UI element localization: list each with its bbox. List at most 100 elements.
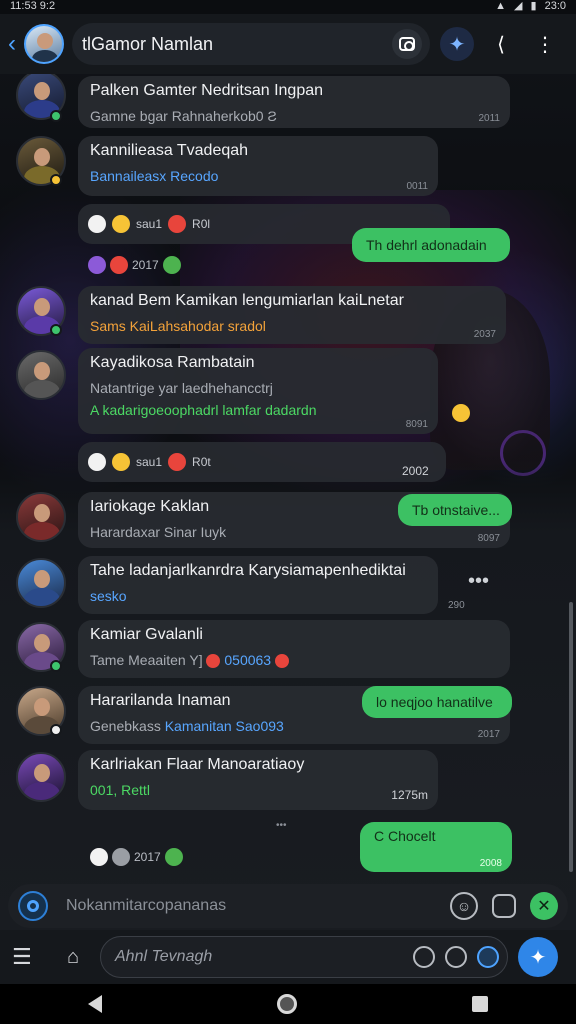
nav-back-icon[interactable] bbox=[87, 995, 102, 1013]
send-button[interactable]: ✦ bbox=[518, 937, 558, 977]
chat-title: tlGamor Namlan bbox=[82, 33, 214, 54]
message-link[interactable]: 050063 bbox=[224, 652, 271, 668]
back-arrow-icon[interactable]: ‹ bbox=[8, 32, 22, 56]
battery-icon: ▮ bbox=[530, 0, 537, 12]
reaction-strip[interactable]: 2017 bbox=[88, 256, 181, 274]
home-icon[interactable]: ⌂ bbox=[60, 944, 86, 970]
message-sender: Kannilieasa Tvadeqah bbox=[90, 142, 249, 159]
message-list[interactable]: Palken Gamter Nedritsan Ingpan Gamne bga… bbox=[0, 74, 576, 882]
message-text-2: A kadarigoeoophadrl lamfar dadardn bbox=[90, 402, 317, 418]
reaction-time: 2002 bbox=[402, 464, 429, 478]
sender-avatar[interactable] bbox=[16, 350, 66, 400]
sender-avatar[interactable] bbox=[16, 558, 66, 608]
outgoing-bubble[interactable]: C Chocelt 2008 bbox=[360, 822, 512, 872]
skull-emoji-icon bbox=[88, 453, 106, 471]
message-bubble[interactable]: Karlriakan Flaar Manoaratiaoy 001, Rettl… bbox=[78, 750, 438, 810]
skull-emoji-icon bbox=[88, 215, 106, 233]
message-text: Harardaxar Sinar Iuyk bbox=[90, 524, 227, 540]
outgoing-text: Tb otnstaive... bbox=[412, 502, 500, 518]
frog-emoji-icon bbox=[162, 256, 181, 274]
message-time: 2017 bbox=[477, 729, 500, 740]
emoji-icon[interactable]: ☺ bbox=[450, 892, 478, 920]
chat-title-box[interactable]: tlGamor Namlan bbox=[72, 23, 430, 65]
sender-avatar[interactable] bbox=[16, 752, 66, 802]
message-time: 8097 bbox=[477, 533, 500, 544]
contact-avatar[interactable] bbox=[24, 24, 64, 64]
more-options-icon[interactable]: ⋮ bbox=[528, 27, 562, 61]
reaction-extra: R0l bbox=[192, 217, 211, 231]
message-text: Sams KaiLahsahodar sradol bbox=[90, 318, 266, 334]
message-bubble[interactable]: Kamiar Gvalanli Tame Meaaiten Y] 050063 bbox=[78, 620, 510, 678]
sender-avatar[interactable] bbox=[16, 492, 66, 542]
message-sender: kanad Bem Kamikan lengumiarlan kaiLnetar bbox=[90, 292, 404, 309]
camera-button[interactable] bbox=[392, 29, 422, 59]
angry-emoji-icon bbox=[110, 256, 128, 274]
reaction-emoji-icon[interactable] bbox=[452, 404, 470, 422]
message-sender: Kamiar Gvalanli bbox=[90, 626, 203, 643]
app-logo-icon[interactable] bbox=[18, 891, 48, 921]
voice-icon[interactable] bbox=[477, 946, 499, 968]
sticker-icon[interactable] bbox=[445, 946, 467, 968]
message-bubble[interactable]: kanad Bem Kamikan lengumiarlan kaiLnetar… bbox=[78, 286, 506, 344]
composer-input[interactable]: Nokanmitarcopananas bbox=[66, 897, 436, 915]
message-text: 001, Rettl bbox=[90, 782, 150, 798]
menu-icon[interactable]: ☰ bbox=[12, 946, 38, 968]
reaction-extra: R0t bbox=[192, 455, 211, 469]
status-badge bbox=[50, 174, 62, 186]
reaction-label: sau1 bbox=[136, 217, 163, 231]
message-bubble[interactable]: Kannilieasa Tvadeqah Bannaileasx Recodo … bbox=[78, 136, 438, 196]
frog-emoji-icon bbox=[164, 848, 183, 866]
message-input-placeholder: Ahnl Tevnagh bbox=[115, 948, 213, 965]
attachment-icon[interactable] bbox=[492, 894, 516, 918]
online-badge bbox=[50, 324, 62, 336]
outgoing-time: 2008 bbox=[479, 858, 502, 869]
message-text: sesko bbox=[90, 588, 127, 604]
online-badge bbox=[50, 660, 62, 672]
outgoing-bubble[interactable]: Th dehrl adonadain bbox=[352, 228, 510, 262]
nav-recents-icon[interactable] bbox=[472, 996, 489, 1012]
message-time: 2011 bbox=[478, 113, 500, 124]
message-bubble[interactable]: Tahe ladanjarlkanrdra Karysiamapenhedikt… bbox=[78, 556, 438, 614]
outgoing-bubble[interactable]: Tb otnstaive... bbox=[398, 494, 512, 526]
emoji-icon bbox=[206, 654, 221, 669]
ai-sparkle-button[interactable]: ✦ bbox=[440, 27, 474, 61]
more-dots-icon[interactable]: ••• bbox=[468, 570, 489, 593]
record-icon[interactable] bbox=[413, 946, 435, 968]
smile-emoji-icon bbox=[112, 215, 130, 233]
message-sender: Karlriakan Flaar Manoaratiaoy bbox=[90, 756, 305, 773]
ghost-emoji-icon bbox=[112, 848, 130, 866]
message-time: 1275m bbox=[391, 788, 428, 802]
reaction-label: sau1 bbox=[136, 455, 163, 469]
message-input[interactable]: Ahnl Tevnagh bbox=[100, 936, 508, 978]
message-text-part: Tame Meaaiten Y] bbox=[90, 652, 203, 668]
scrollbar[interactable] bbox=[569, 602, 573, 872]
close-icon[interactable]: ✕ bbox=[530, 892, 558, 920]
status-time: 11:53 9:2 bbox=[10, 0, 56, 12]
reaction-strip[interactable]: 2017 bbox=[90, 848, 183, 866]
message-bubble[interactable]: Kayadikosa Rambatain Natantrige yar laed… bbox=[78, 348, 438, 434]
message-text: Genebkass Kamanitan Sao093 bbox=[90, 718, 498, 734]
message-link[interactable]: Kamanitan Sao093 bbox=[165, 718, 284, 734]
message-time: 2037 bbox=[473, 329, 496, 340]
message-bubble[interactable]: Palken Gamter Nedritsan Ingpan Gamne bga… bbox=[78, 76, 510, 128]
reaction-label: 2017 bbox=[134, 850, 161, 864]
message-time: 8091 bbox=[405, 419, 428, 430]
share-icon[interactable]: ⟨ bbox=[484, 27, 518, 61]
outgoing-bubble[interactable]: lo neqjoo hanatilve bbox=[362, 686, 512, 718]
reaction-row[interactable]: sau1 R0t bbox=[78, 442, 446, 482]
signal-icon: ▲ bbox=[495, 0, 507, 12]
outgoing-text: C Chocelt bbox=[374, 828, 436, 844]
outgoing-text: Th dehrl adonadain bbox=[366, 237, 487, 253]
message-time: 290 bbox=[448, 600, 465, 611]
heart-emoji-icon bbox=[88, 256, 106, 274]
message-sender: Palken Gamter Nedritsan Ingpan bbox=[90, 82, 324, 99]
outgoing-text: lo neqjoo hanatilve bbox=[376, 694, 493, 710]
nav-home-icon[interactable] bbox=[276, 994, 297, 1014]
online-badge bbox=[50, 110, 62, 122]
message-sender: Tahe ladanjarlkanrdra Karysiamapenhedikt… bbox=[90, 562, 406, 579]
status-bar: 11:53 9:2 ▲ ◢ ▮ 23:0 bbox=[0, 0, 576, 14]
skull-emoji-icon bbox=[90, 848, 108, 866]
reaction-label: 2017 bbox=[132, 258, 159, 272]
divider-time: ••• bbox=[276, 820, 287, 831]
wifi-icon: ◢ bbox=[514, 0, 523, 12]
